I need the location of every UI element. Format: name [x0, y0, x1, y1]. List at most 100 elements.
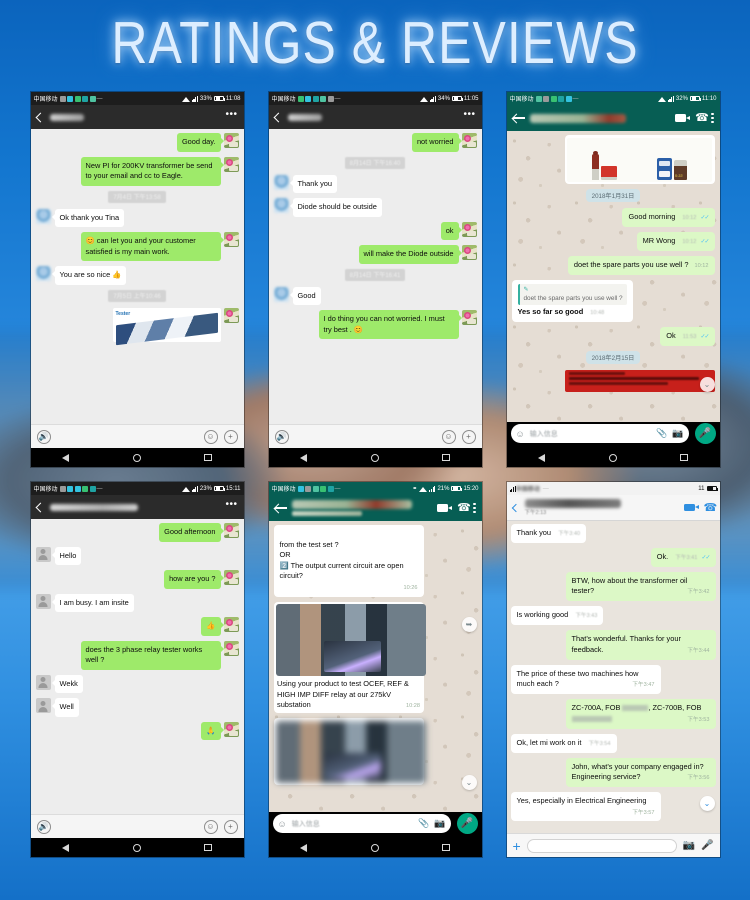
avatar — [223, 721, 239, 737]
back-icon[interactable] — [512, 113, 525, 123]
nav-recents-icon[interactable] — [204, 843, 212, 852]
carrier-label: 中国移动 — [509, 97, 534, 103]
quoted-message: ✎ doet the spare parts you use well ? — [517, 283, 627, 306]
back-icon[interactable] — [511, 503, 520, 512]
nav-back-icon[interactable] — [300, 453, 308, 462]
overflow-menu-icon[interactable]: ••• — [463, 110, 475, 124]
emoji-icon[interactable]: ☺ — [441, 429, 456, 444]
status-bar: 中国移动 — 34% 11:05 — [268, 92, 482, 105]
message-bubble: Ok. 下午3:41 ✓✓ — [650, 547, 716, 567]
clock: 15:11 — [225, 485, 241, 492]
product-image-message[interactable] — [564, 135, 715, 184]
paperclip-icon[interactable]: 📎 — [418, 818, 429, 829]
nav-home-icon[interactable] — [370, 453, 379, 462]
call-icon[interactable] — [704, 503, 718, 513]
chat-thread[interactable]: Good day. New PI for 200KV transformer b… — [30, 129, 244, 424]
call-icon[interactable] — [695, 113, 709, 123]
message-input[interactable]: ☺ 输入信息 📎 📷 — [272, 814, 451, 833]
plus-icon[interactable]: + — [223, 819, 238, 834]
message-input[interactable] — [526, 838, 677, 853]
emoji-icon[interactable]: ☺ — [516, 429, 525, 439]
nav-home-icon[interactable] — [132, 843, 141, 852]
camera-icon[interactable]: 📷 — [683, 840, 695, 851]
voice-icon[interactable]: 🔊 — [36, 429, 51, 444]
chat-thread[interactable]: not worried 8月14日 下午16:40 Thank you Diod… — [268, 129, 482, 424]
message-row: 😊 can let you and your customer satisfie… — [36, 232, 239, 262]
message-input-placeholder: 输入信息 — [529, 430, 558, 438]
overflow-menu-icon[interactable]: ••• — [225, 500, 237, 514]
nav-recents-icon[interactable] — [680, 453, 688, 462]
battery-icon — [689, 95, 701, 102]
date-divider-label: 2018年2月15日 — [585, 351, 641, 364]
nav-back-icon[interactable] — [62, 843, 70, 852]
chat-thread[interactable]: 2018年1月31日 Good morning 10:12 ✓✓ MR Wong… — [507, 131, 720, 422]
back-icon[interactable] — [35, 112, 45, 122]
nav-home-icon[interactable] — [132, 453, 141, 462]
avatar — [223, 640, 239, 656]
nav-home-icon[interactable] — [370, 843, 379, 852]
back-icon[interactable] — [35, 502, 45, 512]
mic-icon[interactable]: 🎤 — [694, 423, 716, 444]
overflow-menu-icon[interactable]: ••• — [225, 110, 237, 124]
contact-block[interactable] — [291, 500, 412, 516]
message-row: You are so nice 👍 — [35, 266, 239, 285]
contact-last-seen-redacted — [291, 511, 362, 516]
nav-recents-icon[interactable] — [204, 453, 212, 462]
attached-photo[interactable] — [276, 604, 426, 677]
date-divider-label: 8月14日 下午16:40 — [344, 156, 406, 169]
photo-caption: Using your product to test OCEF, REF & H… — [276, 676, 421, 711]
message-row: 👍 — [36, 617, 239, 636]
message-row: ✎ doet the spare parts you use well ? Ye… — [511, 279, 715, 323]
scroll-to-bottom-icon[interactable]: ⌄ — [699, 796, 715, 811]
chat-thread[interactable]: Thank you 下午3:40 Ok. 下午3:41 ✓✓ BTW, how … — [506, 521, 720, 833]
mic-icon[interactable]: 🎤 — [701, 840, 713, 851]
emoji-icon[interactable]: ☺ — [278, 819, 287, 829]
avatar — [35, 546, 51, 562]
wifi-icon — [657, 97, 666, 102]
voice-icon[interactable]: 🔊 — [36, 819, 51, 834]
avatar — [35, 266, 51, 282]
message-time: 10:28 — [406, 703, 420, 710]
nav-back-icon[interactable] — [538, 453, 546, 462]
paperclip-icon[interactable]: 📎 — [656, 428, 667, 439]
nav-recents-icon[interactable] — [442, 843, 450, 852]
attach-plus-icon[interactable]: + — [513, 839, 521, 853]
video-call-icon[interactable] — [675, 114, 691, 122]
emoji-icon[interactable]: ☺ — [203, 819, 218, 834]
back-icon[interactable] — [273, 112, 283, 122]
overflow-menu-icon[interactable] — [711, 112, 714, 125]
plus-icon[interactable]: + — [223, 429, 238, 444]
message-input[interactable]: ☺ 输入信息 📎 📷 — [510, 424, 689, 443]
overflow-menu-icon[interactable] — [473, 502, 476, 515]
contact-block[interactable]: 下午2:13 — [524, 499, 621, 516]
video-call-icon[interactable] — [437, 504, 453, 512]
status-notification-icons — [59, 485, 96, 492]
quoted-text: doet the spare parts you use well ? — [523, 295, 623, 303]
camera-icon[interactable]: 📷 — [434, 818, 445, 829]
promo-banner-image[interactable] — [564, 370, 715, 392]
nav-home-icon[interactable] — [608, 453, 617, 462]
link-card[interactable]: Tester — [112, 307, 221, 345]
message-bubble: 👍 — [201, 617, 224, 636]
scroll-to-bottom-icon[interactable]: ⌄ — [461, 775, 477, 790]
contact-last-seen: 下午2:13 — [524, 510, 547, 516]
scroll-to-bottom-icon[interactable]: ⌄ — [699, 377, 715, 392]
nav-recents-icon[interactable] — [442, 453, 450, 462]
video-call-icon[interactable] — [683, 503, 699, 512]
nav-back-icon[interactable] — [300, 843, 308, 852]
mic-icon[interactable]: 🎤 — [456, 813, 478, 834]
call-icon[interactable] — [457, 503, 471, 513]
attached-photo[interactable] — [276, 720, 426, 783]
plus-icon[interactable]: + — [461, 429, 476, 444]
date-divider: 7月5日 上午10:46 — [36, 289, 239, 302]
camera-icon[interactable]: 📷 — [672, 428, 683, 439]
nav-back-icon[interactable] — [62, 453, 70, 462]
clock: 11:08 — [225, 95, 241, 102]
back-icon[interactable] — [274, 503, 287, 513]
voice-icon[interactable]: 🔊 — [274, 429, 289, 444]
chat-thread[interactable]: from the test set ? OR 2️⃣ The output cu… — [269, 521, 482, 812]
chat-thread[interactable]: Good afternoon Hello how are you ? I am … — [30, 519, 244, 814]
phone-screenshot-1: 中国移动 — 33% 11:08 ••• Good day. New PI fo… — [30, 92, 244, 467]
forward-icon[interactable]: ➥ — [461, 617, 477, 632]
emoji-icon[interactable]: ☺ — [203, 429, 218, 444]
